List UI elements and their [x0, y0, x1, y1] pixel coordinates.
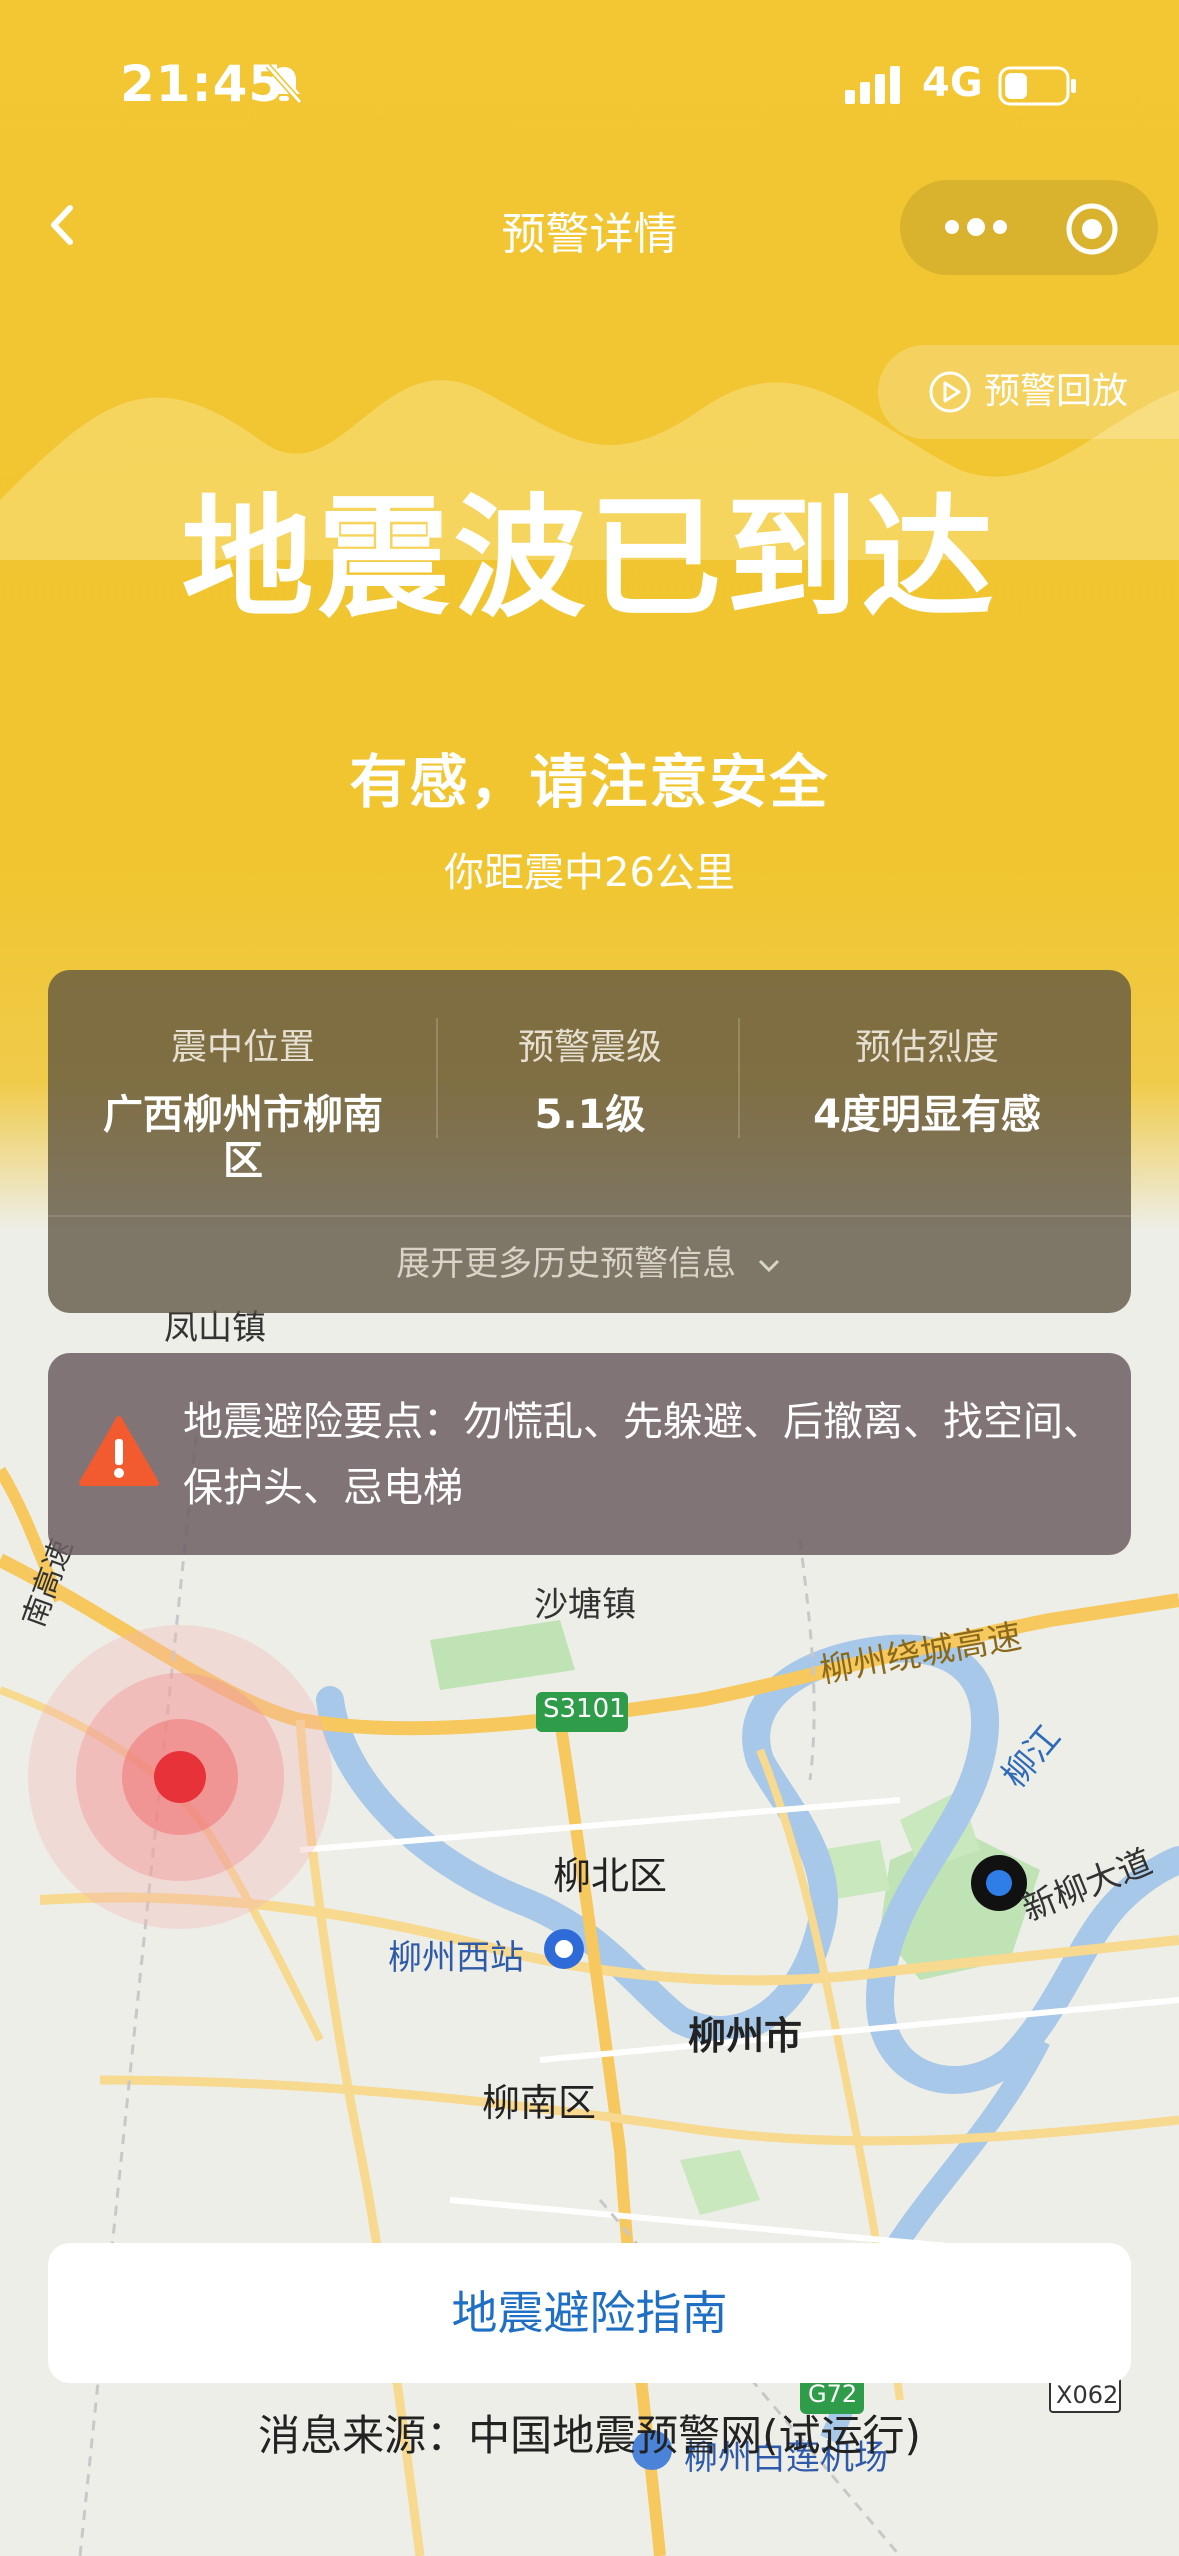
source-text: 消息来源：中国地震预警网(试运行): [258, 2411, 921, 2460]
map-label-liuzhou-city: 柳州市: [688, 2014, 803, 2058]
network-type: 4G: [922, 60, 983, 106]
close-target-icon[interactable]: [1062, 202, 1122, 256]
replay-button[interactable]: 预警回放: [878, 345, 1179, 439]
epicenter-label: 震中位置: [170, 1027, 315, 1068]
subheadline: 有感，请注意安全: [349, 748, 830, 816]
bell-muted-icon: [265, 64, 303, 104]
safety-tips-card: 地震避险要点：勿慌乱、先躲避、后撤离、找空间、保护头、忌电梯: [48, 1353, 1131, 1555]
headline: 地震波已到达: [181, 482, 998, 636]
nav-bar: 预警详情: [0, 180, 1179, 275]
map-label-liunan: 柳南区: [482, 2081, 597, 2125]
expand-history-label: 展开更多历史预警信息: [396, 1244, 737, 1284]
safety-tips-text: 地震避险要点：勿慌乱、先躲避、后撤离、找空间、保护头、忌电梯: [183, 1399, 1103, 1511]
status-time: 21:45: [120, 55, 285, 113]
magnitude-value: 5.1级: [534, 1092, 646, 1138]
warning-icon: [79, 1416, 159, 1486]
replay-label: 预警回放: [984, 371, 1129, 412]
epicenter-dot: [154, 1751, 206, 1803]
distance-text: 你距震中26公里: [444, 850, 735, 896]
intensity-label: 预估烈度: [854, 1027, 999, 1068]
safety-guide-button[interactable]: 地震避险指南: [48, 2243, 1131, 2383]
intensity-column: 预估烈度 4度明显有感: [742, 1018, 1112, 1138]
map-label-s3101: S3101: [543, 1694, 626, 1724]
battery-icon: [998, 66, 1076, 106]
column-divider: [436, 1018, 438, 1138]
map-label-liubei: 柳北区: [553, 1854, 668, 1898]
epicenter-column: 震中位置 广西柳州市柳南区: [78, 1018, 408, 1184]
signal-strength-icon: [845, 66, 900, 104]
epicenter-value: 广西柳州市柳南区: [103, 1092, 383, 1184]
chevron-down-icon: [758, 1259, 779, 1272]
column-divider: [738, 1018, 740, 1138]
status-bar: 21:45 4G: [0, 0, 1179, 170]
map-label-west-station: 柳州西站: [388, 1938, 524, 1978]
mini-program-capsule: [900, 180, 1158, 275]
card-divider: [48, 1215, 1131, 1217]
intensity-value: 4度明显有感: [813, 1092, 1041, 1138]
magnitude-column: 预警震级 5.1级: [440, 1018, 740, 1138]
earthquake-info-card: 震中位置 广西柳州市柳南区 预警震级 5.1级 预估烈度 4度明显有感 展开更多…: [48, 970, 1131, 1313]
play-circle-icon: [929, 371, 971, 413]
more-icon[interactable]: [936, 202, 1016, 252]
magnitude-label: 预警震级: [517, 1027, 662, 1068]
map-label-shatang: 沙塘镇: [534, 1585, 636, 1625]
expand-history-link[interactable]: 展开更多历史预警信息: [48, 1236, 1131, 1285]
